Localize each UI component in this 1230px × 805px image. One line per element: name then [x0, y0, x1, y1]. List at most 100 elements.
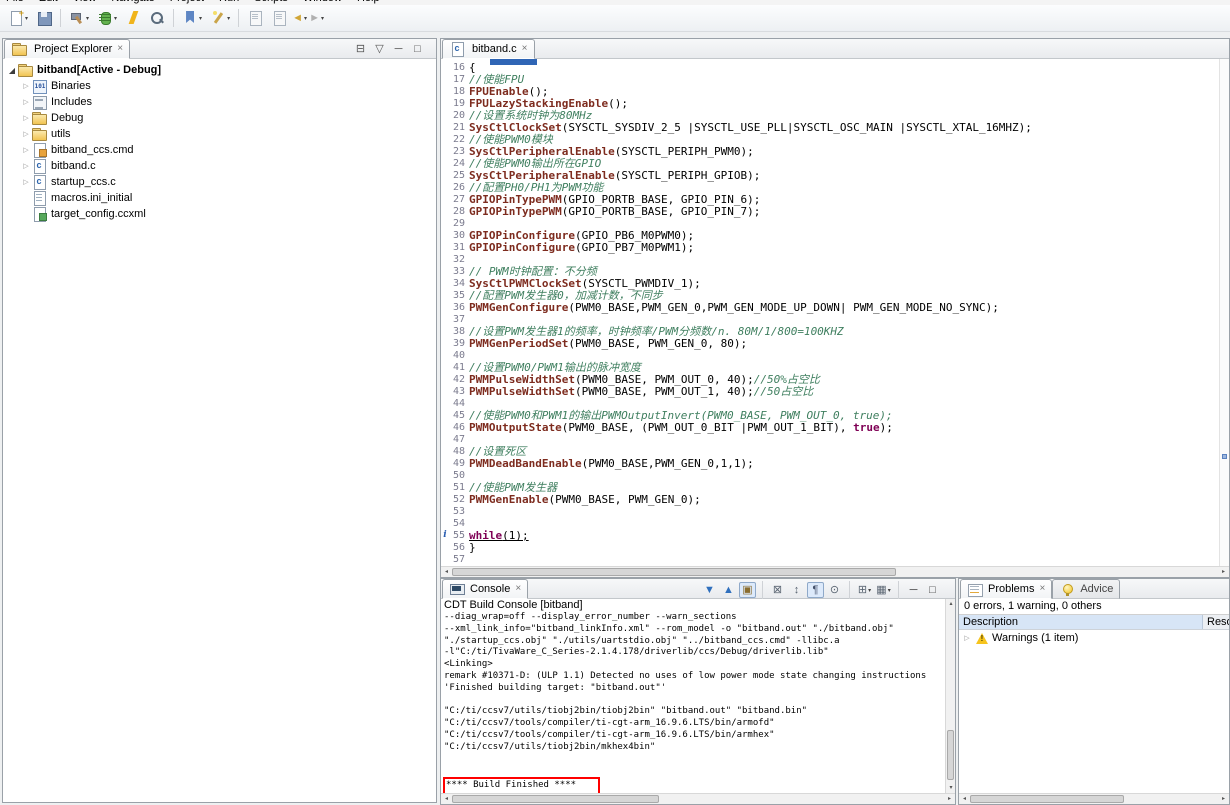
save-button[interactable]: [33, 7, 55, 29]
maximize-icon: □: [929, 585, 936, 596]
annotation-ruler-cell: [441, 98, 449, 110]
warning-icon: [975, 632, 989, 645]
sash-console-problems[interactable]: [956, 578, 958, 805]
tree-item-bitband[interactable]: ◢bitband [Active - Debug]: [3, 62, 436, 78]
previous-document-button[interactable]: [244, 7, 266, 29]
annotation-ruler-cell: [441, 74, 449, 86]
project-explorer-tabbar: Project Explorer ⊟▽─□: [3, 39, 436, 59]
column-header-resource[interactable]: Resource: [1203, 615, 1229, 629]
maximize-button[interactable]: □: [409, 41, 426, 57]
annotation-ruler-cell: [441, 434, 449, 446]
tree-item-Debug[interactable]: ▷Debug: [3, 110, 436, 126]
project-tree: ◢bitband [Active - Debug]▷Binaries▷Inclu…: [3, 59, 436, 222]
line-number: 43: [449, 386, 469, 398]
expander-icon[interactable]: ▷: [21, 178, 31, 186]
minimize-button[interactable]: ─: [390, 41, 407, 57]
maximize-button[interactable]: □: [924, 582, 941, 598]
problems-hscroll-thumb[interactable]: [970, 795, 1124, 803]
back-button[interactable]: ◄▾: [291, 10, 308, 26]
console-hscroll-track[interactable]: [452, 794, 944, 805]
bookmark-button[interactable]: ▾: [179, 7, 205, 29]
next-document-button[interactable]: [268, 7, 290, 29]
console-vscrollbar[interactable]: ▴ ▾: [945, 599, 955, 793]
new-button[interactable]: ▾: [5, 7, 31, 29]
code-line-57: 57: [441, 554, 1219, 566]
console-output[interactable]: --diag_wrap=off --display_error_number -…: [441, 612, 945, 793]
tree-item-bitband_ccs.cmd[interactable]: ▷bitband_ccs.cmd: [3, 142, 436, 158]
overview-info-marker[interactable]: [1222, 454, 1227, 459]
expander-icon[interactable]: ◢: [7, 66, 17, 75]
tab-bitband-c[interactable]: bitband.c: [442, 39, 535, 59]
close-icon[interactable]: [117, 44, 123, 54]
forward-button[interactable]: ►▾: [308, 10, 325, 26]
search-button[interactable]: [146, 7, 168, 29]
console-hscroll-thumb[interactable]: [452, 795, 659, 803]
expander-icon[interactable]: ▷: [21, 82, 31, 90]
clear-console-button[interactable]: ⊠: [769, 582, 786, 598]
activate-on-output-button[interactable]: ▣: [739, 582, 756, 598]
highlight-button[interactable]: ▾: [207, 7, 233, 29]
scroll-right-icon[interactable]: ▸: [1218, 794, 1229, 804]
expander-icon[interactable]: ▷: [21, 130, 31, 138]
tree-item-Binaries[interactable]: ▷Binaries: [3, 78, 436, 94]
tab-console[interactable]: Console: [442, 579, 528, 599]
problems-hscroll-track[interactable]: [970, 794, 1218, 805]
expander-icon[interactable]: ▷: [21, 146, 31, 154]
console-hscrollbar[interactable]: ◂ ▸: [441, 793, 955, 804]
minimize-button[interactable]: ─: [905, 582, 922, 598]
tree-item-bitband.c[interactable]: ▷bitband.c: [3, 158, 436, 174]
selection-fragment: [490, 59, 537, 65]
overview-ruler[interactable]: [1219, 59, 1229, 566]
tree-item-startup_ccs.c[interactable]: ▷startup_ccs.c: [3, 174, 436, 190]
scroll-lock-button[interactable]: ↕: [788, 582, 805, 598]
expander-icon[interactable]: ▷: [21, 114, 31, 122]
pin-console-button[interactable]: ⊙: [826, 582, 843, 598]
tree-item-target_config.ccxml[interactable]: target_config.ccxml: [3, 206, 436, 222]
debug-button[interactable]: ▾: [94, 7, 120, 29]
tab-advice[interactable]: Advice: [1052, 579, 1120, 599]
code-text: PWMGenEnable(PWM0_BASE, PWM_GEN_0);: [469, 494, 701, 506]
close-icon[interactable]: [515, 584, 521, 594]
view-menu-button[interactable]: ▽: [371, 41, 388, 57]
expander-icon[interactable]: ▷: [21, 162, 31, 170]
code-editor[interactable]: 16{17//使能FPU18FPUEnable();19FPULazyStack…: [441, 59, 1219, 566]
console-title: CDT Build Console [bitband]: [441, 599, 945, 612]
word-wrap-button[interactable]: ¶: [807, 582, 824, 598]
annotation-ruler-cell: [441, 350, 449, 362]
sash-explorer-editor[interactable]: [437, 38, 440, 803]
problems-hscrollbar[interactable]: ◂ ▸: [959, 793, 1229, 804]
scroll-left-icon[interactable]: ◂: [441, 794, 452, 804]
expander-icon[interactable]: ▷: [962, 634, 972, 642]
scroll-down-icon[interactable]: ▾: [946, 783, 955, 793]
collapse-all-button[interactable]: ⊟: [352, 41, 369, 57]
previous-annotation-button[interactable]: ▲: [720, 582, 737, 598]
code-text: SysCtlClockSet(SYSCTL_SYSDIV_2_5 |SYSCTL…: [469, 122, 1032, 134]
scroll-right-icon[interactable]: ▸: [944, 794, 955, 804]
column-header-description[interactable]: Description: [959, 615, 1203, 629]
scroll-left-icon[interactable]: ◂: [959, 794, 970, 804]
display-selected-console-button[interactable]: ▦▾: [875, 582, 892, 598]
build-button[interactable]: ▾: [66, 7, 92, 29]
tab-problems[interactable]: Problems: [960, 579, 1052, 599]
sash-editor-console[interactable]: [440, 576, 1230, 578]
minimize-icon: ─: [910, 585, 918, 596]
next-annotation-button[interactable]: ▼: [701, 582, 718, 598]
tree-item-Includes[interactable]: ▷Includes: [3, 94, 436, 110]
close-icon[interactable]: [522, 44, 528, 54]
line-number: 38: [449, 326, 469, 338]
flash-button[interactable]: [122, 7, 144, 29]
tree-item-macros.ini_initial[interactable]: macros.ini_initial: [3, 190, 436, 206]
annotation-ruler-cell: [441, 194, 449, 206]
problems-row-Warnings-1-item-[interactable]: ▷Warnings (1 item): [959, 630, 1229, 646]
close-icon[interactable]: [1039, 584, 1045, 594]
expander-icon[interactable]: ▷: [21, 98, 31, 106]
tree-item-utils[interactable]: ▷utils: [3, 126, 436, 142]
console-vscroll-thumb[interactable]: [947, 730, 954, 780]
editor-hscroll-thumb[interactable]: [452, 568, 896, 576]
tab-project-explorer[interactable]: Project Explorer: [4, 39, 130, 59]
open-console-button[interactable]: ⊞▾: [856, 582, 873, 598]
console-line-14: [444, 765, 945, 777]
line-number: 23: [449, 146, 469, 158]
scroll-up-icon[interactable]: ▴: [946, 599, 955, 609]
console-line-10: "C:/ti/ccsv7/tools/compiler/ti-cgt-arm_1…: [444, 718, 945, 730]
